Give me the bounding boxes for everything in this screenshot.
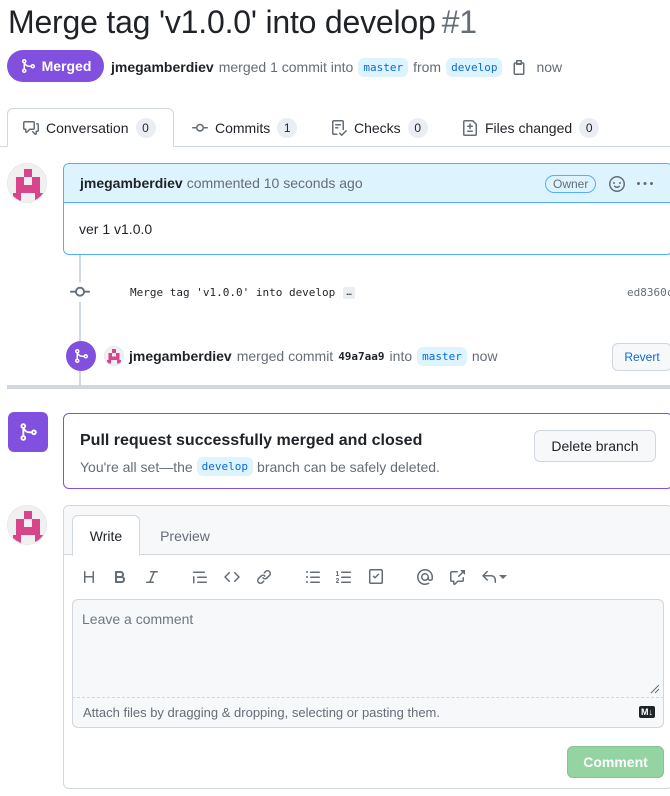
pr-title: Merge tag 'v1.0.0' into develop — [8, 4, 436, 40]
pr-meta-from: from — [413, 59, 442, 75]
merge-event-time: now — [471, 348, 498, 364]
timeline-divider — [7, 385, 670, 389]
git-commit-icon — [70, 282, 90, 302]
owner-badge: Owner — [545, 175, 597, 193]
tab-files-changed[interactable]: Files changed 0 — [462, 108, 600, 147]
delete-branch-button[interactable]: Delete branch — [534, 430, 656, 462]
quote-icon[interactable] — [190, 567, 210, 587]
file-diff-icon — [463, 119, 477, 136]
merge-event-action: merged commit — [236, 348, 334, 364]
merged-status-subtitle: You're all set—the develop branch can be… — [80, 457, 440, 476]
comment-placeholder: Leave a comment — [82, 611, 194, 627]
merge-event-badge — [66, 341, 96, 371]
merged-head-branch-label[interactable]: develop — [196, 457, 254, 476]
merge-status-icon-box — [8, 412, 48, 452]
italic-icon[interactable] — [142, 567, 162, 587]
tab-checks-label: Checks — [354, 119, 401, 136]
mention-icon[interactable] — [415, 567, 435, 587]
avatar[interactable] — [7, 163, 47, 203]
comment-author-link[interactable]: jmegamberdiev — [80, 175, 183, 191]
comment-box: jmegamberdiev commented 10 seconds ago O… — [63, 163, 670, 255]
merge-sha-link[interactable]: 49a7aa9 — [338, 350, 384, 363]
merged-subtitle-after: branch can be safely deleted. — [257, 458, 440, 475]
merge-author-link[interactable]: jmegamberdiev — [129, 348, 232, 364]
tab-conversation-label: Conversation — [46, 119, 129, 136]
comment-header: jmegamberdiev commented 10 seconds ago O… — [64, 164, 670, 203]
comment-discussion-icon — [23, 120, 39, 135]
tab-files-changed-label: Files changed — [485, 119, 573, 136]
heading-icon[interactable] — [79, 567, 99, 587]
revert-button[interactable]: Revert — [612, 343, 670, 371]
merge-event-into: into — [389, 348, 413, 364]
copy-icon[interactable] — [511, 59, 527, 75]
head-branch-label[interactable]: develop — [446, 57, 503, 77]
tab-commits-count: 1 — [277, 117, 298, 138]
page-title: Merge tag 'v1.0.0' into develop #1 — [8, 4, 477, 41]
comment-action[interactable]: commented 10 seconds ago — [187, 175, 363, 191]
smiley-icon[interactable] — [609, 176, 625, 192]
code-icon[interactable] — [222, 567, 242, 587]
merge-event-text: jmegamberdiev merged commit 49a7aa9 into… — [104, 344, 498, 368]
base-branch-label[interactable]: master — [358, 57, 409, 77]
reply-dropdown-icon[interactable] — [479, 567, 511, 587]
markdown-toolbar — [64, 567, 664, 589]
avatar[interactable] — [7, 505, 47, 545]
task-list-icon[interactable] — [366, 567, 386, 587]
comment-submit-button[interactable]: Comment — [567, 746, 664, 778]
cross-reference-icon[interactable] — [447, 567, 467, 587]
commit-row: Merge tag 'v1.0.0' into develop … ed8360c — [70, 282, 670, 302]
tab-checks-count: 0 — [407, 117, 428, 138]
git-merge-icon — [75, 349, 89, 363]
resize-handle-icon[interactable] — [650, 684, 660, 694]
git-merge-icon — [20, 423, 37, 441]
pr-author-link[interactable]: jmegamberdiev — [111, 59, 214, 75]
link-icon[interactable] — [254, 567, 274, 587]
git-merge-icon — [21, 59, 35, 73]
tab-commits[interactable]: Commits 1 — [192, 108, 298, 147]
expand-commit-button[interactable]: … — [343, 286, 355, 299]
pr-number: #1 — [441, 4, 477, 40]
tab-conversation[interactable]: Conversation 0 — [7, 108, 174, 147]
commit-sha-link[interactable]: ed8360c — [627, 286, 670, 299]
merged-status-box: Pull request successfully merged and clo… — [63, 413, 670, 489]
markdown-icon[interactable]: M↓ — [639, 706, 655, 718]
comment-editor: Write Preview Leave a comment Attach fil… — [63, 505, 670, 789]
pr-meta-text: merged 1 commit into — [218, 59, 354, 75]
git-commit-icon — [192, 123, 208, 132]
commit-message-link[interactable]: Merge tag 'v1.0.0' into develop … — [130, 286, 355, 299]
tab-preview[interactable]: Preview — [150, 515, 220, 556]
pr-meta: jmegamberdiev merged 1 commit into maste… — [111, 55, 562, 79]
merge-branch-label[interactable]: master — [417, 346, 467, 366]
unordered-list-icon[interactable] — [303, 567, 323, 587]
kebab-horizontal-icon[interactable] — [637, 176, 653, 192]
pr-time: now — [536, 59, 563, 75]
tab-conversation-count: 0 — [135, 117, 156, 138]
tab-write[interactable]: Write — [72, 515, 140, 556]
merged-state-badge: Merged — [7, 50, 104, 82]
tab-files-changed-count: 0 — [579, 117, 600, 138]
merged-status-title: Pull request successfully merged and clo… — [80, 432, 423, 449]
attach-files-text: Attach files by dragging & dropping, sel… — [83, 705, 440, 720]
tab-checks[interactable]: Checks 0 — [331, 108, 428, 147]
comment-body: ver 1 v1.0.0 — [79, 221, 153, 237]
attach-files-bar[interactable]: Attach files by dragging & dropping, sel… — [72, 698, 664, 728]
editor-header: Write Preview — [64, 506, 670, 556]
checklist-icon — [332, 119, 347, 136]
avatar[interactable] — [104, 346, 124, 366]
merged-subtitle-before: You're all set—the — [80, 458, 193, 475]
tab-commits-label: Commits — [215, 119, 271, 136]
bold-icon[interactable] — [110, 567, 130, 587]
commit-message: Merge tag 'v1.0.0' into develop — [130, 285, 336, 299]
comment-textarea[interactable]: Leave a comment — [72, 599, 664, 698]
ordered-list-icon[interactable] — [334, 567, 354, 587]
merged-state-label: Merged — [41, 58, 92, 74]
